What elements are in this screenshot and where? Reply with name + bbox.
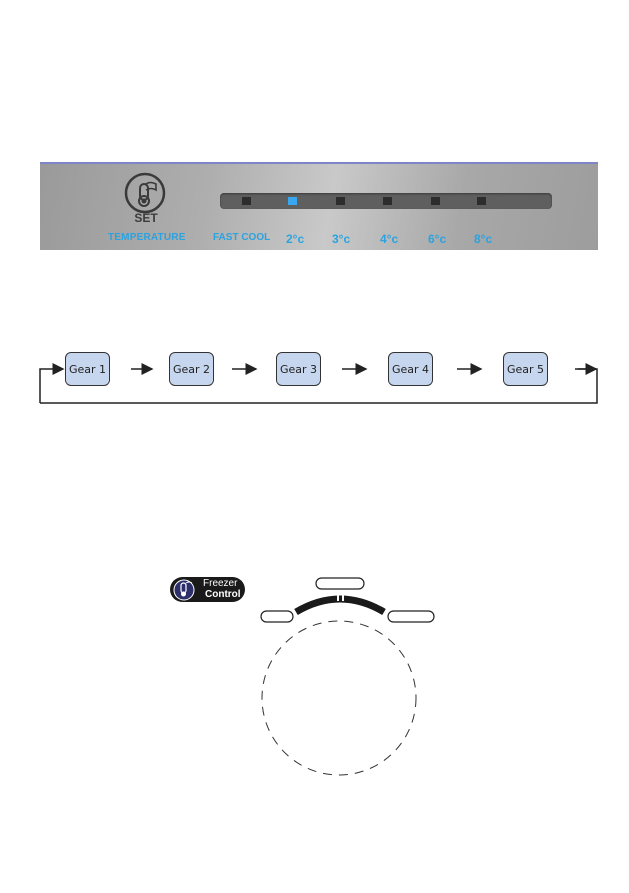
gear-3-box: Gear 3 [276,352,321,386]
temperature-control-panel: SET TEMPERATURE FAST COOL 2°c 3°c 4°c 6°… [40,162,598,250]
freezer-control-graphics [173,577,435,776]
temperature-label: TEMPERATURE [108,232,186,243]
freezer-label: Freezer [203,578,238,589]
led-4c [383,197,392,205]
led-6c [431,197,440,205]
option-4c[interactable]: 4°c [380,232,398,246]
thermometer-set-icon[interactable] [124,172,166,214]
dial-label-right [387,610,435,623]
option-6c[interactable]: 6°c [428,232,446,246]
led-3c [336,197,345,205]
dial-arc-gap-right [342,592,344,601]
led-2c [288,197,297,205]
gear-2-box: Gear 2 [169,352,214,386]
option-3c[interactable]: 3°c [332,232,350,246]
gear-cycle-diagram: Gear 1 Gear 2 Gear 3 Gear 4 Gear 5 [0,340,629,420]
dial-label-left [260,610,294,623]
dial-arc [294,595,386,616]
set-label: SET [134,211,158,225]
option-fast-cool[interactable]: FAST COOL [213,232,270,243]
option-2c[interactable]: 2°c [286,232,304,246]
led-fast-cool [242,197,251,205]
dial-arc-gap-left [337,592,339,601]
led-8c [477,197,486,205]
gear-4-box: Gear 4 [388,352,433,386]
gear-1-box: Gear 1 [65,352,110,386]
gear-5-box: Gear 5 [503,352,548,386]
dial-label-top [315,577,365,590]
option-8c[interactable]: 8°c [474,232,492,246]
dial-outline [261,620,417,776]
led-indicator-bar [220,193,552,209]
loop-back-arrow-in [39,363,65,403]
control-label: Control [205,589,241,600]
